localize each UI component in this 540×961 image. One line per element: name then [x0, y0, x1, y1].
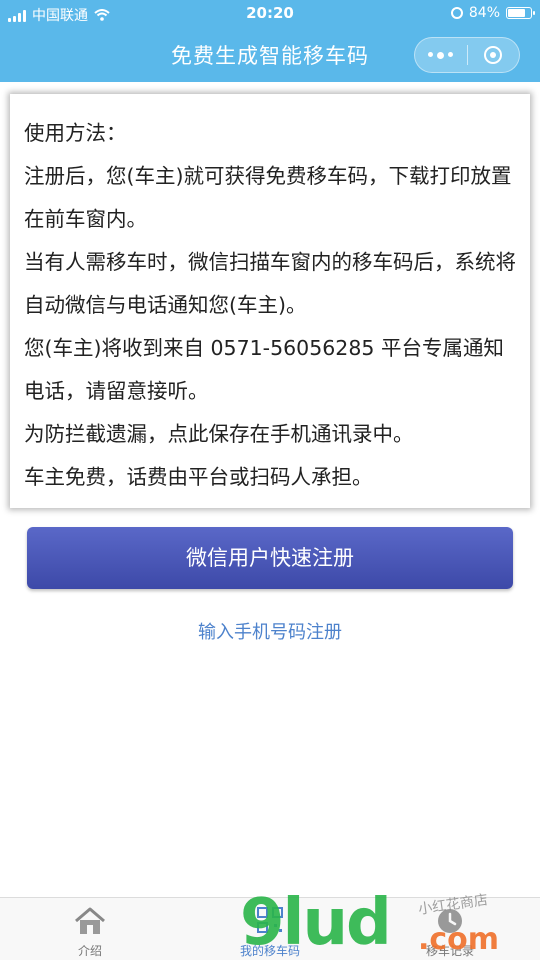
more-button[interactable] — [415, 51, 467, 59]
rotation-lock-icon — [450, 7, 463, 19]
save-contact-link[interactable]: 为防拦截遗漏，点此保存在手机通讯录中。 — [24, 413, 518, 456]
instruction-line: 您(车主)将收到来自 0571-56056285 平台专属通知电话，请留意接听。 — [24, 336, 504, 403]
tab-label: 介绍 — [77, 944, 102, 958]
close-circle-icon — [484, 46, 503, 64]
battery-icon — [506, 7, 535, 19]
status-bar: 中国联通 20:20 84% — [0, 0, 540, 28]
instruction-line: 当有人需移车时，微信扫描车窗内的移车码后，系统将自动微信与电话通知您(车主)。 — [24, 250, 516, 317]
instructions-heading: 使用方法： — [24, 121, 127, 145]
phone-register-link[interactable]: 输入手机号码注册 — [0, 618, 540, 644]
close-button[interactable] — [467, 46, 519, 64]
nav-bar: 免费生成智能移车码 — [0, 28, 540, 82]
status-right: 84% — [450, 5, 535, 21]
wechat-register-button[interactable]: 微信用户快速注册 — [27, 527, 513, 589]
tab-label: 我的移车码 — [239, 944, 300, 958]
more-dots-icon — [428, 51, 434, 57]
tab-move-records[interactable]: 移车记录 — [360, 898, 540, 961]
tab-bar: 介绍 我的移车码 移车记录 — [0, 897, 540, 960]
instructions-card: 使用方法： 注册后，您(车主)就可获得免费移车码，下载打印放置在前车窗内。 当有… — [10, 94, 530, 508]
tab-label: 移车记录 — [425, 944, 474, 958]
tab-intro[interactable]: 介绍 — [0, 898, 180, 961]
battery-percent: 84% — [468, 5, 500, 21]
clock-icon — [438, 909, 462, 933]
miniprogram-capsule — [414, 37, 520, 73]
qrcode-icon — [257, 907, 283, 933]
home-icon — [75, 907, 105, 934]
instruction-line: 注册后，您(车主)就可获得免费移车码，下载打印放置在前车窗内。 — [24, 164, 512, 231]
instruction-line: 车主免费，话费由平台或扫码人承担。 — [24, 465, 373, 489]
tab-my-code[interactable]: 我的移车码 — [180, 898, 360, 961]
